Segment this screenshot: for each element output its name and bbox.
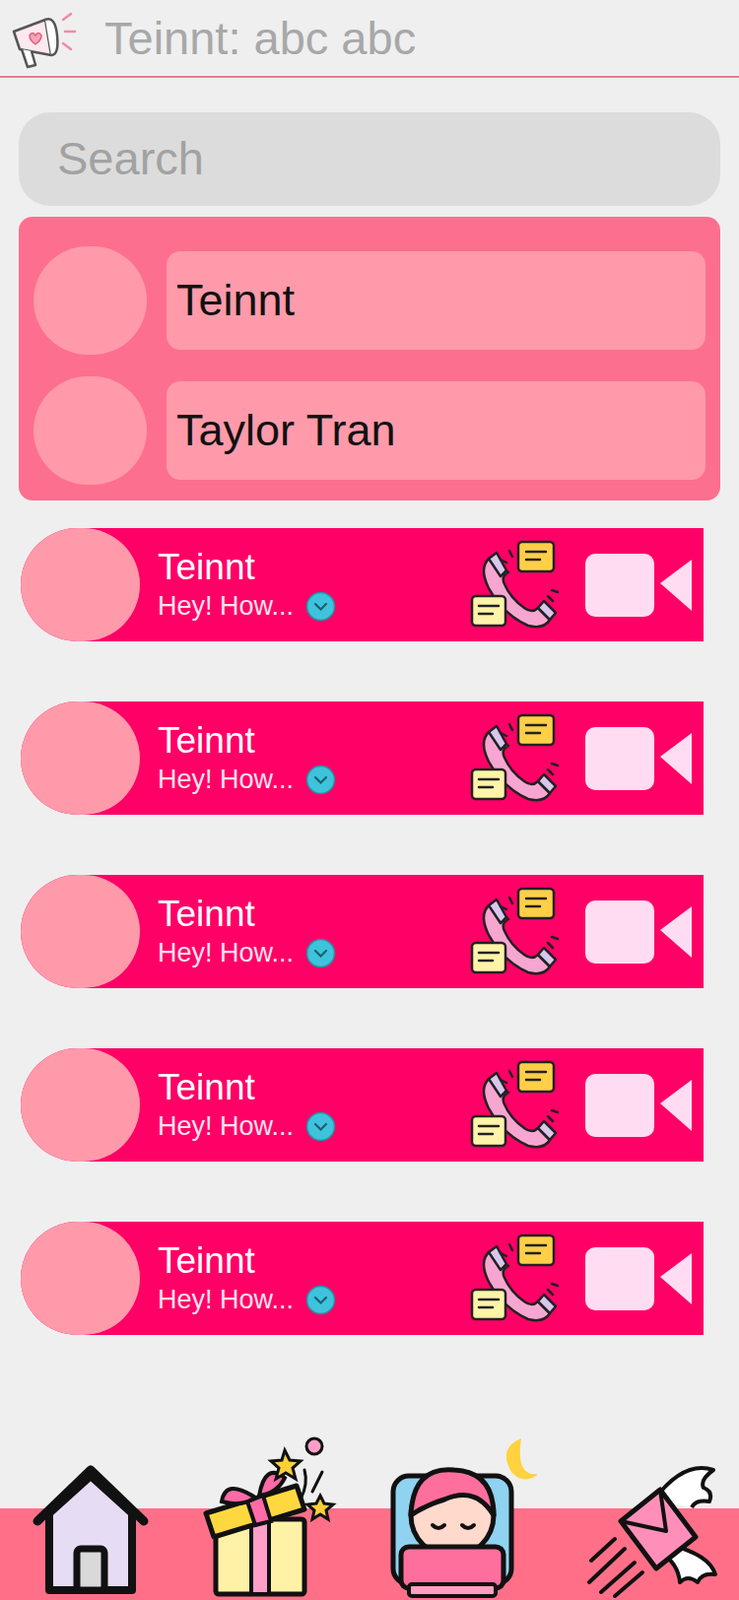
home-icon[interactable]	[27, 1462, 154, 1599]
search-field[interactable]: Search	[18, 112, 721, 206]
chat-preview: Hey! How...	[157, 762, 294, 798]
chat-list: TeinntHey! How...TeinntHey! How...Teinnt…	[0, 500, 739, 1336]
chat-row[interactable]: TeinntHey! How...	[20, 874, 704, 989]
chat-preview: Hey! How...	[157, 589, 294, 624]
contacts-panel: Teinnt Taylor Tran	[18, 216, 721, 501]
contact-item[interactable]: Teinnt	[33, 246, 706, 355]
chat-row[interactable]: TeinntHey! How...	[20, 1048, 704, 1162]
chat-name: Teinnt	[157, 545, 470, 590]
contact-avatar	[33, 376, 147, 485]
chat-name: Teinnt	[157, 1066, 470, 1110]
phone-chat-icon[interactable]	[469, 1059, 564, 1152]
megaphone-icon	[5, 5, 79, 71]
phone-chat-icon[interactable]	[469, 712, 564, 806]
chat-name: Teinnt	[157, 892, 470, 937]
chat-avatar	[20, 528, 140, 642]
chat-avatar	[20, 874, 140, 989]
app-screen: Teinnt: abc abcSearchTeinntTaylor TranTe…	[0, 0, 739, 1600]
chat-name: Teinnt	[157, 719, 470, 763]
video-call-icon[interactable]	[585, 900, 694, 964]
phone-chat-icon[interactable]	[469, 1232, 564, 1326]
sleeping-girl-icon[interactable]	[387, 1436, 538, 1599]
contact-item[interactable]: Taylor Tran	[33, 376, 706, 485]
contact-name: Taylor Tran	[176, 397, 397, 465]
chat-row[interactable]: TeinntHey! How...	[20, 528, 704, 642]
chat-name: Teinnt	[157, 1239, 470, 1283]
video-call-icon[interactable]	[585, 1074, 694, 1138]
chat-preview: Hey! How...	[157, 936, 294, 971]
bottom-nav	[0, 1436, 739, 1600]
chevron-down-icon[interactable]	[305, 938, 336, 969]
phone-chat-icon[interactable]	[469, 885, 564, 979]
video-call-icon[interactable]	[585, 553, 694, 617]
chat-preview: Hey! How...	[157, 1109, 294, 1144]
chevron-down-icon[interactable]	[305, 591, 336, 622]
header-title: Teinnt: abc abc	[104, 12, 416, 65]
chat-avatar	[20, 1048, 140, 1162]
video-call-icon[interactable]	[585, 727, 694, 791]
chevron-down-icon[interactable]	[305, 1111, 336, 1143]
search-placeholder: Search	[57, 124, 204, 195]
video-call-icon[interactable]	[585, 1247, 694, 1311]
contact-avatar	[33, 246, 147, 355]
chevron-down-icon[interactable]	[305, 1284, 336, 1316]
header: Teinnt: abc abc	[0, 0, 739, 78]
contact-name-box: Teinnt	[166, 251, 706, 350]
gift-icon[interactable]	[201, 1436, 340, 1599]
flying-letter-icon[interactable]	[585, 1460, 720, 1599]
contact-name: Teinnt	[176, 267, 295, 335]
phone-chat-icon[interactable]	[469, 538, 564, 632]
chat-preview: Hey! How...	[157, 1282, 294, 1318]
chat-row[interactable]: TeinntHey! How...	[20, 1221, 704, 1336]
chat-row[interactable]: TeinntHey! How...	[20, 701, 704, 815]
chevron-down-icon[interactable]	[305, 764, 336, 796]
contact-name-box: Taylor Tran	[166, 381, 706, 480]
chat-avatar	[20, 1221, 140, 1336]
chat-avatar	[20, 701, 140, 815]
